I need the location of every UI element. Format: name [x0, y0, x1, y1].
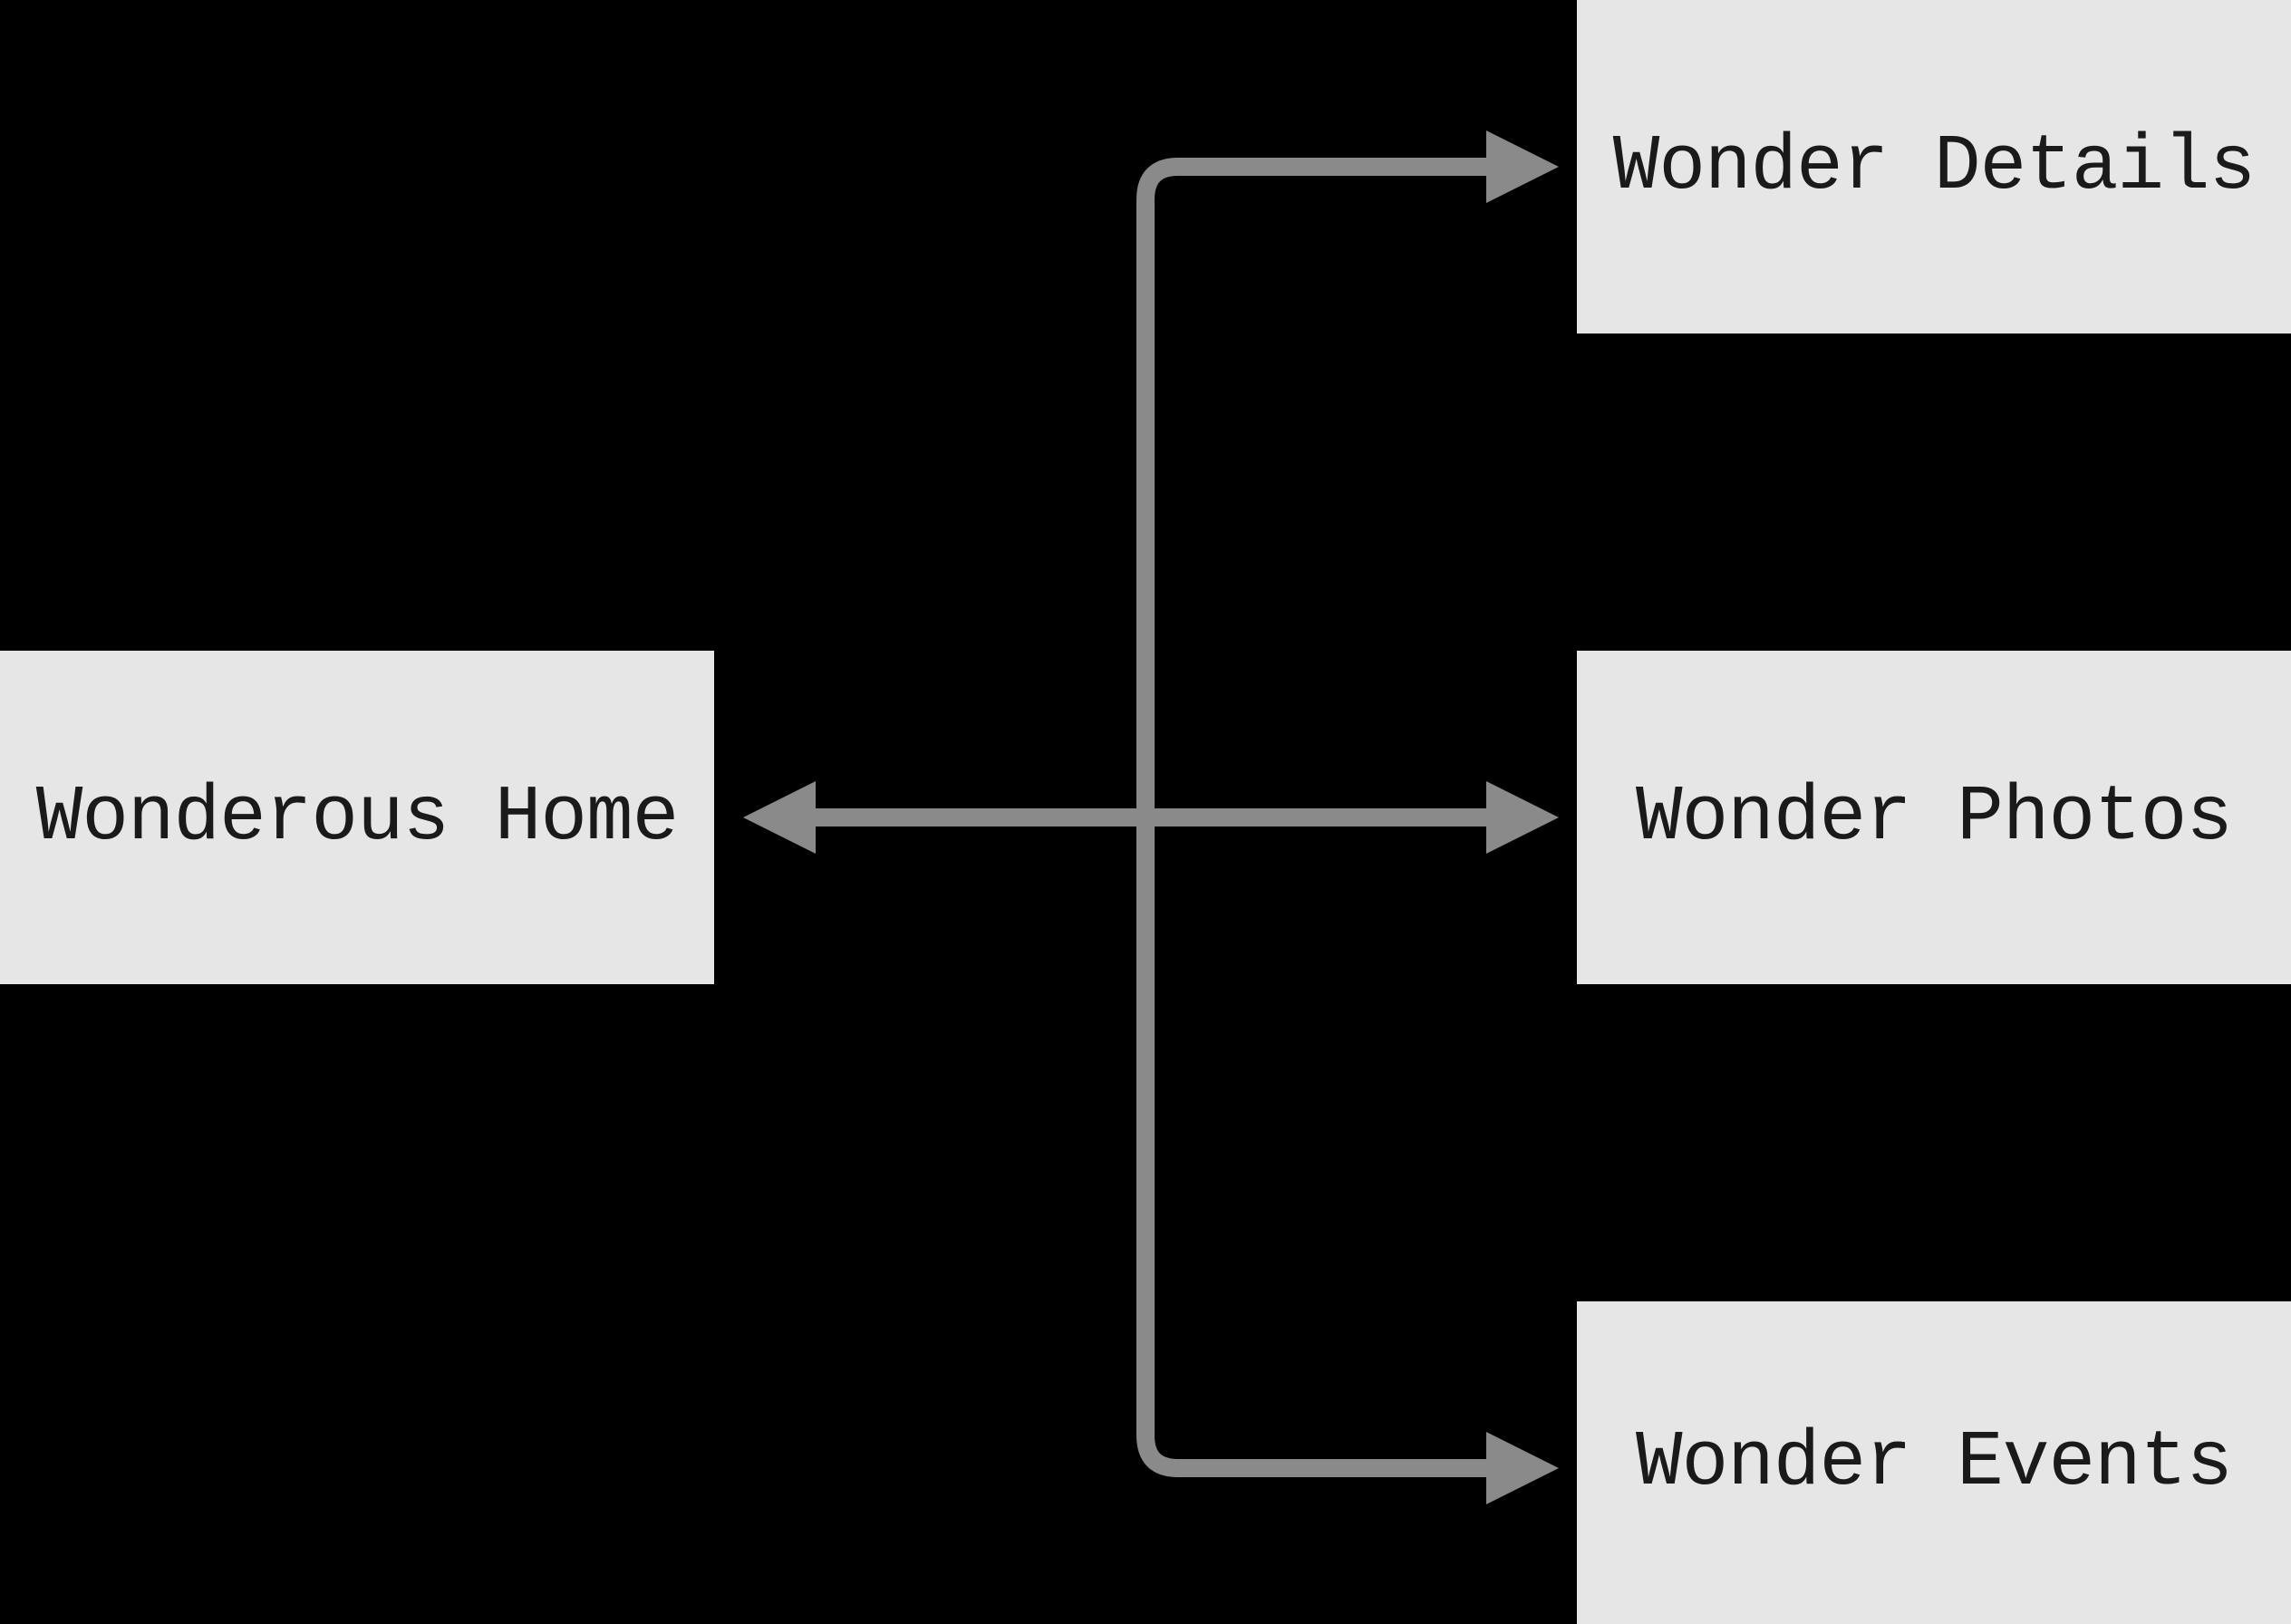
- node-wonder-events: Wonder Events: [1577, 1301, 2291, 1624]
- node-wonder-details: Wonder Details: [1577, 0, 2291, 334]
- node-label: Wonder Events: [1636, 1418, 2232, 1507]
- node-label: Wonderous Home: [36, 773, 679, 862]
- node-label: Wonder Photos: [1636, 773, 2232, 862]
- edge-home-to-events: [1146, 817, 1541, 1468]
- node-wonder-photos: Wonder Photos: [1577, 651, 2291, 984]
- node-label: Wonder Details: [1613, 122, 2256, 211]
- node-wonderous-home: Wonderous Home: [0, 651, 714, 984]
- edge-home-to-details: [1146, 167, 1541, 817]
